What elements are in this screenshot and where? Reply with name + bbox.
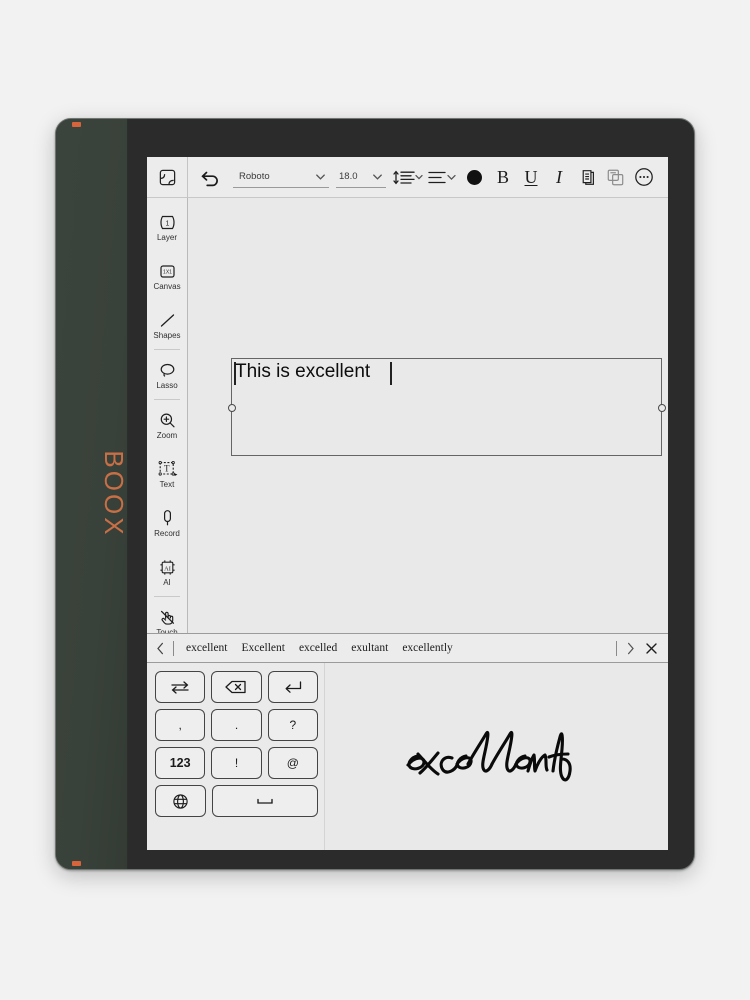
sidebar-label: Canvas — [153, 282, 181, 291]
font-family-value: Roboto — [239, 171, 270, 182]
key-question[interactable]: ? — [267, 709, 318, 741]
layer-icon: 1 — [158, 211, 177, 233]
key-at[interactable]: @ — [267, 747, 318, 779]
key-row: 123 ! @ — [155, 747, 318, 779]
font-family-select[interactable]: Roboto — [233, 166, 329, 188]
suggestion-word[interactable]: Excellent — [242, 642, 285, 654]
svg-text:AI: AI — [164, 565, 171, 572]
ai-chip-icon: AI — [158, 556, 177, 578]
italic-button[interactable]: I — [545, 157, 573, 198]
suggestion-word[interactable]: excellently — [402, 642, 452, 654]
key-space[interactable] — [211, 785, 318, 817]
key-exclamation[interactable]: ! — [211, 747, 262, 779]
canvas-icon: 1X1 — [158, 260, 177, 282]
globe-icon[interactable] — [155, 785, 206, 817]
left-tool-rail: 1 Layer 1X1 Canvas Shapes Lasso Zoom T T… — [147, 198, 188, 648]
suggestion-word[interactable]: excellent — [186, 642, 228, 654]
backspace-icon[interactable] — [211, 671, 262, 703]
svg-text:1: 1 — [165, 220, 169, 227]
text-color-swatch[interactable] — [459, 157, 489, 198]
sidebar-label: Shapes — [153, 331, 181, 340]
accent-pip-top — [72, 122, 81, 127]
font-size-value: 18.0 — [339, 171, 358, 182]
text-align-icon[interactable] — [425, 157, 459, 198]
sidebar-label: Layer — [156, 233, 177, 242]
device-screen: Roboto 18.0 B U I 1 Layer 1X1 Canvas Sha… — [147, 157, 668, 850]
zoom-icon — [158, 409, 177, 431]
sidebar-label: Zoom — [156, 431, 178, 440]
separator — [616, 640, 617, 656]
enter-icon[interactable] — [267, 671, 318, 703]
resize-handle-right[interactable] — [657, 404, 666, 412]
suggestion-list: excellent Excellent excelled exultant ex… — [174, 642, 616, 654]
sidebar-item-text[interactable]: T Text — [147, 449, 188, 498]
switch-layout-icon[interactable] — [155, 671, 206, 703]
accent-pip-bottom — [72, 861, 81, 866]
svg-text:T: T — [163, 464, 169, 474]
device-side-panel: BOOX — [56, 119, 130, 869]
key-comma[interactable]: , — [155, 709, 206, 741]
boox-device-frame: BOOX Roboto 18.0 B U I 1 Layer 1X1 Canva… — [55, 118, 695, 870]
bold-button[interactable]: B — [489, 157, 517, 198]
key-numbers[interactable]: 123 — [155, 747, 206, 779]
sidebar-label: Record — [154, 529, 180, 538]
font-size-select[interactable]: 18.0 — [336, 166, 386, 188]
microphone-icon — [158, 507, 177, 529]
chevron-down-icon — [373, 174, 382, 180]
underline-label: U — [524, 167, 538, 187]
arrange-layers-icon[interactable] — [601, 157, 629, 198]
chevron-down-icon — [316, 174, 325, 180]
bold-label: B — [496, 167, 509, 187]
sidebar-item-lasso[interactable]: Lasso — [147, 350, 188, 399]
sidebar-label: Text — [159, 480, 175, 489]
duplicate-icon[interactable] — [573, 157, 601, 198]
handwriting-keyboard: , . ? 123 ! @ — [147, 663, 668, 850]
sidebar-label: AI — [163, 578, 171, 587]
italic-label: I — [556, 167, 562, 187]
suggestion-word[interactable]: exultant — [351, 642, 388, 654]
touch-disable-icon — [158, 606, 177, 628]
sidebar-item-canvas[interactable]: 1X1 Canvas — [147, 251, 188, 300]
collapse-panel-icon[interactable] — [147, 157, 188, 198]
undo-icon[interactable] — [195, 157, 225, 198]
sidebar-item-layer[interactable]: 1 Layer — [147, 202, 188, 251]
sidebar-label: Lasso — [156, 381, 178, 390]
key-row: , . ? — [155, 709, 318, 741]
color-dot — [466, 169, 482, 185]
key-pad: , . ? 123 ! @ — [147, 663, 324, 850]
handwriting-input-area[interactable] — [324, 663, 668, 850]
sidebar-item-zoom[interactable]: Zoom — [147, 400, 188, 449]
key-row — [155, 671, 318, 703]
text-caret — [390, 362, 392, 385]
sidebar-item-shapes[interactable]: Shapes — [147, 300, 188, 349]
key-row — [155, 785, 318, 817]
text-box[interactable]: This is excellent — [227, 358, 666, 456]
text-tool-icon: T — [157, 458, 178, 480]
underline-button[interactable]: U — [517, 157, 545, 198]
top-toolbar: Roboto 18.0 B U I — [147, 157, 668, 198]
handwritten-ink-excellent — [405, 731, 572, 782]
text-box-value: This is excellent — [235, 361, 371, 382]
lasso-icon — [158, 359, 177, 381]
more-options-icon[interactable] — [629, 157, 659, 198]
resize-handle-left[interactable] — [227, 404, 236, 412]
svg-text:1X1: 1X1 — [163, 269, 172, 275]
line-spacing-icon[interactable] — [391, 157, 425, 198]
suggestion-word[interactable]: excelled — [299, 642, 337, 654]
chevron-left-icon[interactable] — [147, 641, 173, 656]
shapes-icon — [158, 309, 177, 331]
boox-brand-logo: BOOX — [99, 450, 130, 538]
sidebar-item-ai[interactable]: AI AI — [147, 547, 188, 596]
word-suggestion-bar: excellent Excellent excelled exultant ex… — [147, 633, 668, 663]
sidebar-item-record[interactable]: Record — [147, 498, 188, 547]
key-period[interactable]: . — [211, 709, 262, 741]
chevron-right-icon[interactable] — [624, 641, 637, 656]
suggestion-bar-controls — [616, 640, 668, 656]
close-icon[interactable] — [644, 641, 659, 656]
